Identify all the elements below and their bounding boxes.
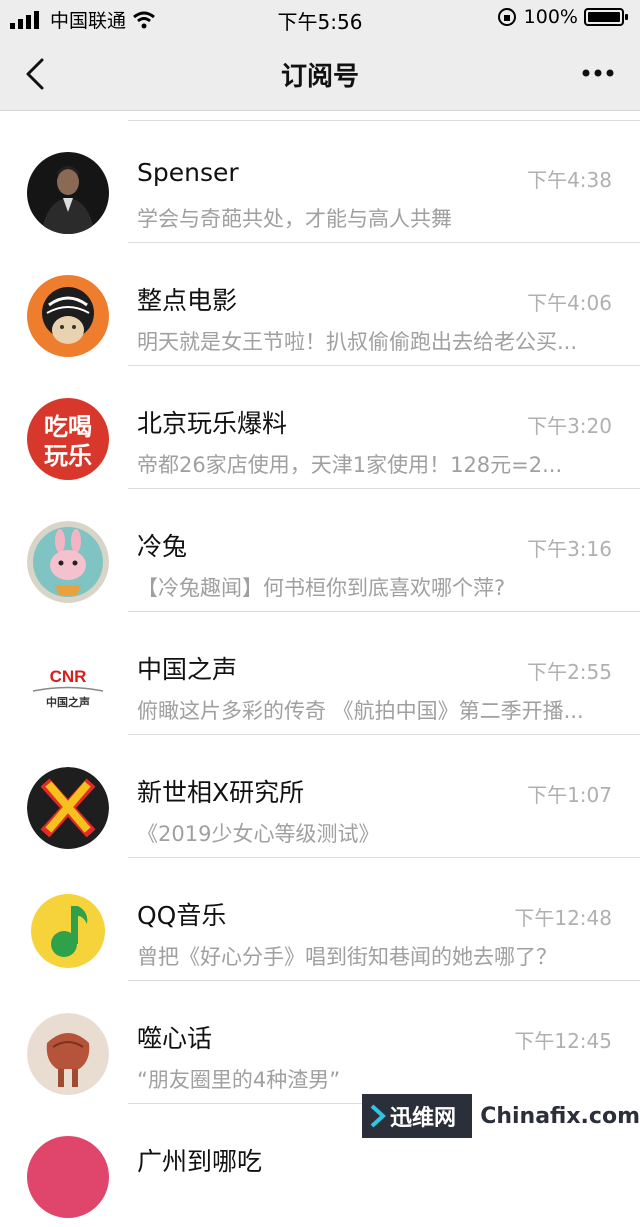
item-name: 新世相X研究所 [137,778,305,807]
battery-label: 100% [523,6,578,28]
zhengdian-movie-avatar [27,275,109,357]
item-message: 帝都26家店使用，天津1家使用！128元=2... [137,453,563,477]
page-title: 订阅号 [280,62,359,92]
chihe-wanle-avatar: 吃喝 玩乐 [27,398,109,480]
item-time: 下午2:55 [527,660,612,684]
status-bar: 中国联通 下午5:56 100% [0,0,640,36]
nav-bar: 订阅号 [0,36,640,111]
item-time: 下午1:07 [527,783,612,807]
item-name: 中国之声 [137,655,238,684]
cnr-avatar: CNR 中国之声 [27,644,109,726]
item-message: 学会与奇葩共处，才能与高人共舞 [137,207,452,231]
list-item[interactable]: CNR 中国之声 中国之声 下午2:55 俯瞰这片多彩的传奇 《航拍中国》第二季… [0,613,640,735]
divider [128,242,640,243]
item-message: 明天就是女王节啦！扒叔偷偷跑出去给老公买... [137,330,578,354]
partial-avatar [27,1136,109,1218]
item-message: 俯瞰这片多彩的传奇 《航拍中国》第二季开播... [137,699,584,723]
item-time: 下午3:16 [527,537,612,561]
item-name: QQ音乐 [137,901,227,930]
list-item[interactable]: QQ音乐 下午12:48 曾把《好心分手》唱到街知巷闻的她去哪了？ [0,859,640,981]
item-message: 【冷兔趣闻】何书桓你到底喜欢哪个萍? [137,576,506,600]
item-name: 北京玩乐爆料 [137,409,288,438]
watermark: 迅维网 Chinafix.com [362,1094,640,1138]
item-message: “朋友圈里的4种渣男” [137,1068,341,1092]
item-time: 下午12:45 [514,1029,612,1053]
list-item[interactable]: Spenser 下午4:38 学会与奇葩共处，才能与高人共舞 [0,121,640,243]
avatar-text: 吃喝 [44,413,92,441]
chevron-right-icon [370,1104,386,1128]
rabbit-avatar [27,521,109,603]
divider [128,734,640,735]
list-item[interactable]: 冷兔 下午3:16 【冷兔趣闻】何书桓你到底喜欢哪个萍? [0,490,640,612]
item-time: 下午4:06 [527,291,612,315]
item-message: 《2019少女心等级测试》 [137,822,380,846]
item-name: 整点电影 [137,286,238,315]
avatar-text: 中国之声 [46,695,90,709]
divider [128,980,640,981]
watermark-left-text: 迅维网 [390,1106,457,1131]
orientation-lock-icon [497,8,516,26]
item-name: Spenser [137,158,239,187]
more-options-icon[interactable] [578,58,618,88]
item-time: 下午4:38 [527,168,612,192]
divider [128,488,640,489]
status-right: 100% [496,6,630,28]
battery-icon [584,8,628,26]
divider [128,365,640,366]
qq-music-avatar [27,890,109,972]
list-item[interactable]: 新世相X研究所 下午1:07 《2019少女心等级测试》 [0,736,640,858]
item-name: 冷兔 [137,532,188,561]
watermark-right-text: Chinafix.com [480,1103,640,1129]
spenser-avatar [27,152,109,234]
item-name: 广州到哪吃 [137,1147,263,1176]
item-name: 噬心话 [137,1024,213,1053]
x-avatar [27,767,109,849]
avatar-text: CNR [50,667,87,686]
watermark-left: 迅维网 [362,1094,473,1138]
shixinhua-avatar [27,1013,109,1095]
item-time: 下午12:48 [514,906,612,930]
divider [128,611,640,612]
list-item[interactable]: 整点电影 下午4:06 明天就是女王节啦！扒叔偷偷跑出去给老公买... [0,244,640,366]
avatar-text: 玩乐 [44,442,92,470]
list-item[interactable]: 吃喝 玩乐 北京玩乐爆料 下午3:20 帝都26家店使用，天津1家使用！128元… [0,367,640,489]
item-message: 曾把《好心分手》唱到街知巷闻的她去哪了？ [137,945,557,969]
item-time: 下午3:20 [527,414,612,438]
divider [128,857,640,858]
list-item[interactable]: 噬心话 下午12:45 “朋友圈里的4种渣男” [0,982,640,1104]
